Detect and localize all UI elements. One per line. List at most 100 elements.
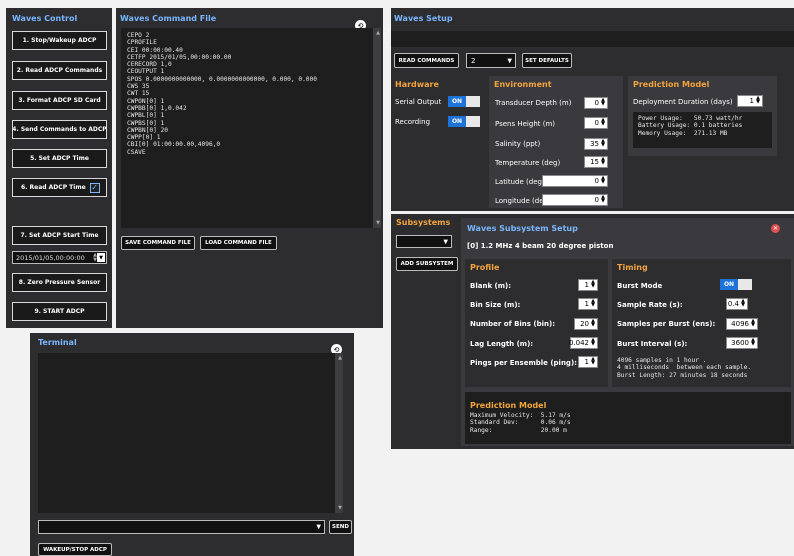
spinner-icon[interactable]: ▲ ▼ [600, 157, 606, 166]
profile-label-4: Pings per Ensemble (ping): [470, 359, 577, 367]
read-commands-button-top[interactable]: READ COMMANDS [394, 53, 459, 68]
temperature-value: 15 [590, 158, 599, 166]
set-defaults-button[interactable]: SET DEFAULTS [522, 53, 572, 68]
start-adcp-button[interactable]: 9. START ADCP [12, 302, 107, 321]
spinner-icon[interactable]: ▲ ▼ [750, 319, 756, 328]
set-time-button[interactable]: 5. Set ADCP Time [12, 149, 107, 168]
command-line: CWPBS[0] 1 [127, 119, 165, 127]
spinner-icon[interactable]: ▲ ▼ [600, 118, 606, 127]
read-time-label: 6. Read ADCP Time [21, 184, 86, 191]
sample-rate-input[interactable]: 0.4 ▲ ▼ [726, 298, 748, 310]
latitude-input[interactable]: 0 ▲ ▼ [542, 175, 608, 187]
profile-title: Profile [470, 263, 500, 272]
burst-interval-value: 3600 [731, 339, 749, 347]
scroll-up-icon[interactable]: ▲ [376, 30, 380, 36]
zero-pressure-button[interactable]: 8. Zero Pressure Sensor [12, 273, 107, 292]
chevron-down-icon[interactable]: ▼ [316, 524, 321, 531]
command-line: CWPBL[0] 1 [127, 112, 165, 120]
recording-label: Recording [395, 118, 431, 126]
profile-label-0: Blank (m): [470, 282, 512, 290]
burst-mode-on: ON [720, 279, 738, 290]
scroll-down-icon[interactable]: ▼ [376, 220, 380, 226]
read-time-checkbox[interactable]: ✓ [89, 182, 100, 193]
salinity-input[interactable]: 35 ▲ ▼ [584, 138, 608, 150]
command-file-editor[interactable]: CEPO 2 CPROFILE CEI 00:00:00.40 CETFP 2015/… [121, 28, 381, 228]
timing-label-2: Burst Interval (s): [617, 340, 688, 348]
terminal-output[interactable]: ▲ ▼ [38, 353, 343, 513]
profile-label-3: Lag Length (m): [470, 340, 534, 348]
longitude-value: 0 [594, 196, 599, 204]
read-time-button[interactable]: 6. Read ADCP Time ✓ [12, 178, 107, 197]
command-line: CERECORD 1,0 [127, 61, 172, 69]
send-commands-button[interactable]: 4. Send Commands to ADCP [12, 120, 107, 139]
subsystem-select[interactable]: ▼ [396, 235, 452, 248]
spinner-icon[interactable]: ▲ ▼ [590, 319, 596, 328]
number-of-bins-value: 20 [580, 320, 589, 328]
spinner-icon[interactable]: ▲ ▼ [590, 299, 596, 308]
calendar-dropdown-icon[interactable]: ▼ [97, 253, 105, 262]
spinner-icon[interactable]: ▲ ▼ [590, 280, 596, 289]
prediction-output-box: Power Usage: 50.73 watt/hr Battery Usage… [633, 112, 772, 148]
spinner-icon[interactable]: ▲ ▼ [755, 96, 761, 105]
spinner-icon[interactable]: ▲ ▼ [750, 338, 756, 347]
spinner-icon[interactable]: ▲ ▼ [600, 176, 606, 185]
terminal-scroll-up-icon[interactable]: ▲ [338, 355, 342, 361]
samples-per-burst-input[interactable]: 4096 ▲ ▼ [726, 318, 758, 330]
start-time-value: 2015/01/05,00:00:00 [16, 254, 85, 262]
set-start-time-button[interactable]: 7. Set ADCP Start Time [12, 226, 107, 245]
start-time-field[interactable]: 2015/01/05,00:00:00 ▲ ▼ ▼ [12, 251, 107, 264]
spinner-icon[interactable]: ▲ ▼ [590, 357, 596, 366]
number-of-bins-input[interactable]: 20 ▲ ▼ [574, 318, 598, 330]
command-line: CWT 15 [127, 90, 150, 98]
terminal-input[interactable]: ▼ [38, 520, 325, 534]
env-label-1: Psens Height (m) [495, 120, 556, 128]
transducer-depth-input[interactable]: 0 ▲ ▼ [584, 97, 608, 109]
blank-value: 1 [584, 281, 589, 289]
lag-length-input[interactable]: 0.042 ▲ ▼ [569, 337, 598, 349]
load-command-file-button[interactable]: LOAD COMMAND FILE [200, 236, 277, 250]
pings-input[interactable]: 1 ▲ ▼ [578, 356, 598, 368]
spinner-icon[interactable]: ▲ ▼ [590, 338, 596, 347]
blank-input[interactable]: 1 ▲ ▼ [578, 279, 598, 291]
subsystem-prediction-title: Prediction Model [470, 401, 547, 410]
timing-title: Timing [617, 263, 648, 272]
command-line: CEPO 2 [127, 32, 150, 39]
burst-interval-input[interactable]: 3600 ▲ ▼ [726, 337, 758, 349]
subsystem-count-chevron-icon[interactable]: ▼ [507, 57, 512, 64]
save-command-file-button[interactable]: SAVE COMMAND FILE [121, 236, 195, 250]
spinner-icon[interactable]: ▲ ▼ [740, 299, 746, 308]
hardware-title: Hardware [395, 80, 439, 89]
close-icon[interactable]: ✕ [771, 224, 780, 233]
burst-mode-toggle[interactable]: ON [720, 279, 752, 290]
environment-title: Environment [494, 80, 552, 89]
editor-scrollbar[interactable] [373, 28, 381, 228]
serial-output-toggle[interactable]: ON [448, 96, 480, 107]
bin-size-input[interactable]: 1 ▲ ▼ [578, 298, 598, 310]
setup-toolbar-bg [391, 31, 794, 47]
subsystem-count-select[interactable]: 2 ▼ [466, 53, 516, 68]
spinner-icon[interactable]: ▲ ▼ [600, 195, 606, 204]
wakeup-stop-button[interactable]: WAKEUP/STOP ADCP [38, 543, 112, 556]
prediction-output: Power Usage: 50.73 watt/hr Battery Usage… [638, 115, 743, 137]
add-subsystem-button[interactable]: ADD SUBSYSTEM [396, 257, 458, 271]
command-line: CEI 00:00:00.40 [127, 46, 183, 54]
prediction-title: Prediction Model [633, 80, 710, 89]
subsystem-count-value: 2 [471, 57, 476, 65]
stop-wakeup-button[interactable]: 1. Stop/Wakeup ADCP [12, 31, 107, 50]
samples-per-burst-value: 4096 [731, 320, 749, 328]
terminal-scroll-down-icon[interactable]: ▼ [338, 505, 342, 511]
spinner-icon[interactable]: ▲ ▼ [600, 139, 606, 148]
longitude-input[interactable]: 0 ▲ ▼ [542, 194, 608, 206]
terminal-scrollbar[interactable] [335, 353, 343, 513]
send-button[interactable]: SEND [329, 520, 352, 534]
subsystem-select-chevron-icon[interactable]: ▼ [443, 238, 448, 245]
format-sd-button[interactable]: 3. Format ADCP SD Card [12, 91, 107, 110]
temperature-input[interactable]: 15 ▲ ▼ [584, 156, 608, 168]
recording-toggle[interactable]: ON [448, 116, 480, 127]
read-commands-button[interactable]: 2. Read ADCP Commands [12, 61, 107, 80]
psens-height-input[interactable]: 0 ▲ ▼ [584, 117, 608, 129]
spinner-icon[interactable]: ▲ ▼ [600, 98, 606, 107]
terminal-title: Terminal [38, 338, 77, 347]
timing-label-0: Sample Rate (s): [617, 301, 683, 309]
duration-input[interactable]: 1 ▲ ▼ [737, 95, 763, 107]
